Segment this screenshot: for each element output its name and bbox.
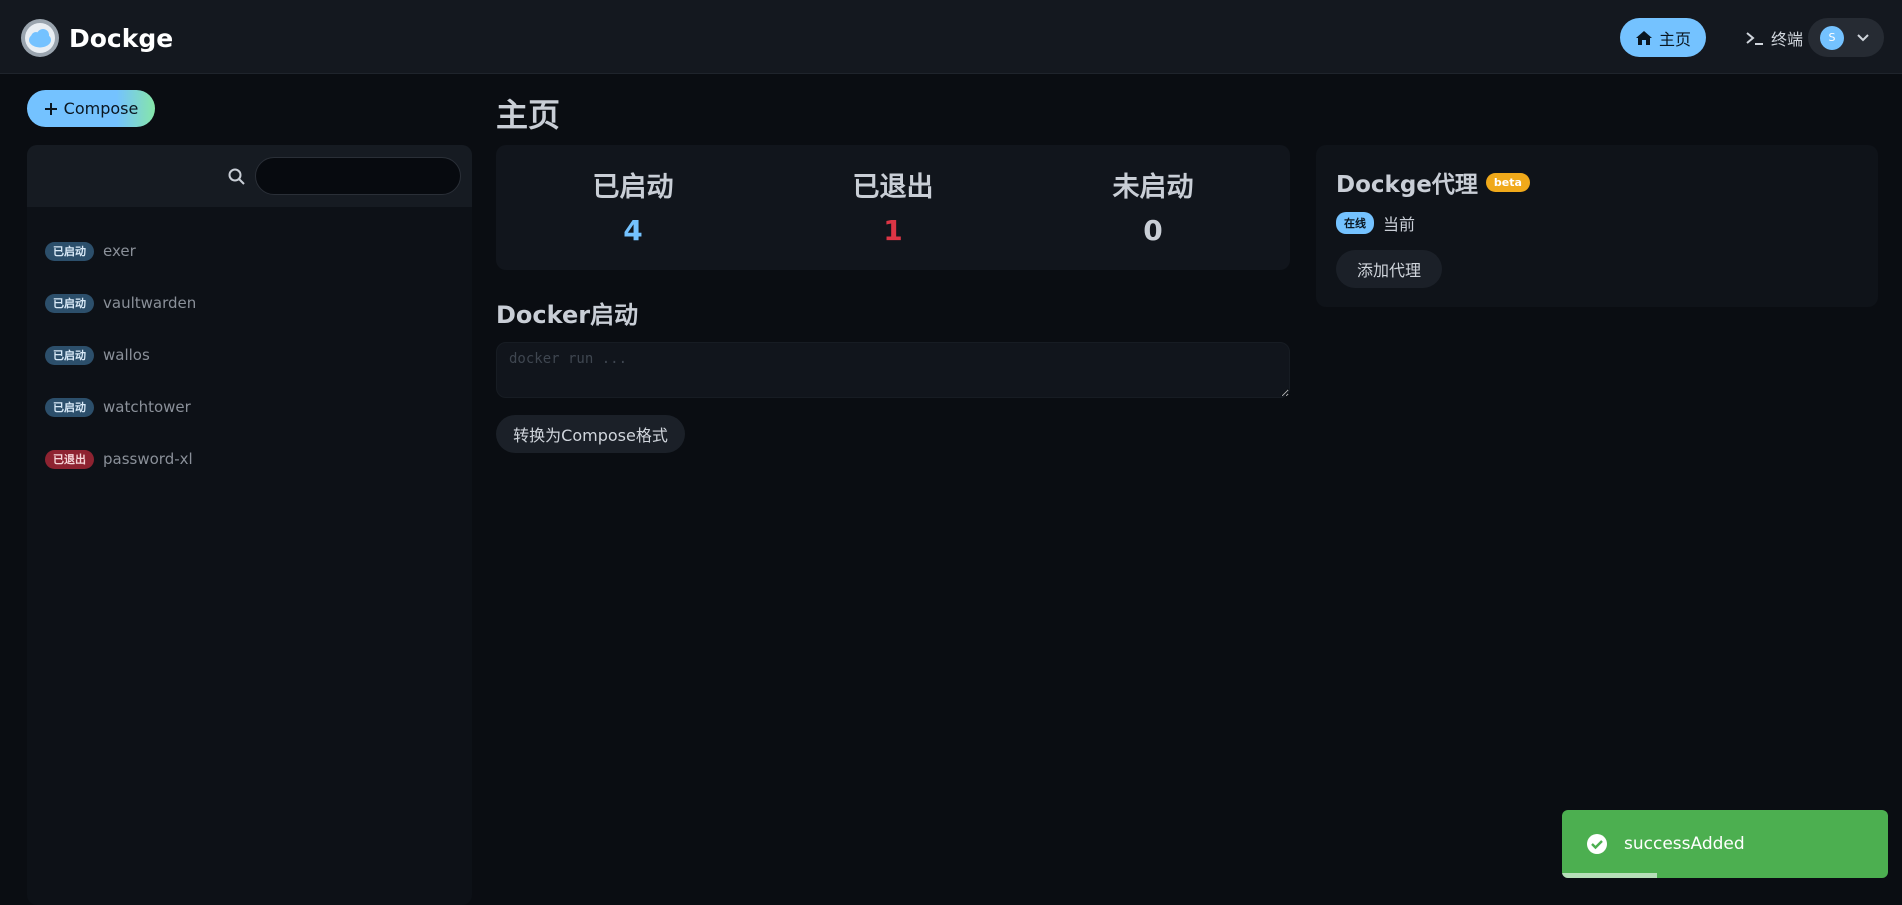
stack-name: wallos <box>103 346 150 364</box>
stat-label: 未启动 <box>1112 172 1194 203</box>
status-badge: 已启动 <box>45 345 94 365</box>
nav-terminal-label: 终端 <box>1770 29 1803 49</box>
stat-label: 已退出 <box>852 172 934 203</box>
status-badge: 已启动 <box>45 293 94 313</box>
stack-name: password-xl <box>103 450 193 468</box>
beta-badge: beta <box>1485 172 1530 192</box>
stat-value: 4 <box>623 214 643 247</box>
compose-button[interactable]: Compose <box>27 90 155 127</box>
status-badge: 已退出 <box>45 449 94 469</box>
agent-title-text: Dockge代理 <box>1336 172 1478 198</box>
stat-label: 已启动 <box>592 172 674 203</box>
stack-list-panel: 已启动 exer 已启动 vaultwarden 已启动 wallos 已启动 … <box>27 145 472 905</box>
agent-title: Dockge代理 beta <box>1336 165 1530 199</box>
stack-search-bar <box>27 145 472 207</box>
agent-card: Dockge代理 beta 在线 当前 添加代理 <box>1316 145 1878 307</box>
success-toast[interactable]: successAdded <box>1562 810 1888 878</box>
stat-inactive: 未启动 0 <box>1053 165 1253 247</box>
online-badge: 在线 <box>1336 212 1374 234</box>
stack-name: exer <box>103 242 136 260</box>
search-input[interactable] <box>255 157 461 195</box>
status-badge: 已启动 <box>45 241 94 261</box>
toast-progress-bar <box>1562 873 1657 878</box>
convert-to-compose-button[interactable]: 转换为Compose格式 <box>496 415 685 453</box>
avatar: S <box>1820 25 1844 50</box>
stack-item-exer[interactable]: 已启动 exer <box>27 225 472 277</box>
stat-running: 已启动 4 <box>533 165 733 247</box>
docker-run-input[interactable] <box>496 342 1290 398</box>
app-title[interactable]: Dockge <box>69 24 173 53</box>
agent-row-current: 在线 当前 <box>1336 211 1415 235</box>
search-icon <box>228 168 245 185</box>
user-menu-dropdown[interactable]: S <box>1808 18 1884 57</box>
stat-exited: 已退出 1 <box>793 165 993 247</box>
add-agent-button[interactable]: 添加代理 <box>1336 250 1442 288</box>
stack-list: 已启动 exer 已启动 vaultwarden 已启动 wallos 已启动 … <box>27 207 472 485</box>
dockge-logo-icon[interactable] <box>20 18 60 58</box>
stack-item-wallos[interactable]: 已启动 wallos <box>27 329 472 381</box>
nav-home-label: 主页 <box>1658 29 1691 49</box>
stack-stats-card: 已启动 4 已退出 1 未启动 0 <box>496 145 1290 270</box>
toast-message: successAdded <box>1624 834 1745 854</box>
top-navbar: Dockge 主页 终端 S <box>0 0 1902 74</box>
stat-value: 1 <box>883 214 903 247</box>
terminal-icon <box>1746 31 1763 45</box>
stack-name: vaultwarden <box>103 294 197 312</box>
compose-button-label: Compose <box>63 99 139 118</box>
chevron-down-icon <box>1857 33 1869 41</box>
stack-name: watchtower <box>103 398 191 416</box>
check-circle-icon <box>1587 834 1607 854</box>
docker-run-title: Docker启动 <box>496 301 639 329</box>
plus-icon <box>44 102 57 115</box>
status-badge: 已启动 <box>45 397 94 417</box>
agent-current-label: 当前 <box>1383 215 1416 234</box>
page-title: 主页 <box>496 96 561 134</box>
home-icon <box>1635 30 1652 45</box>
stat-value: 0 <box>1143 214 1163 247</box>
nav-home-button[interactable]: 主页 <box>1620 18 1706 57</box>
stack-item-password-xl[interactable]: 已退出 password-xl <box>27 433 472 485</box>
stack-item-vaultwarden[interactable]: 已启动 vaultwarden <box>27 277 472 329</box>
stack-item-watchtower[interactable]: 已启动 watchtower <box>27 381 472 433</box>
